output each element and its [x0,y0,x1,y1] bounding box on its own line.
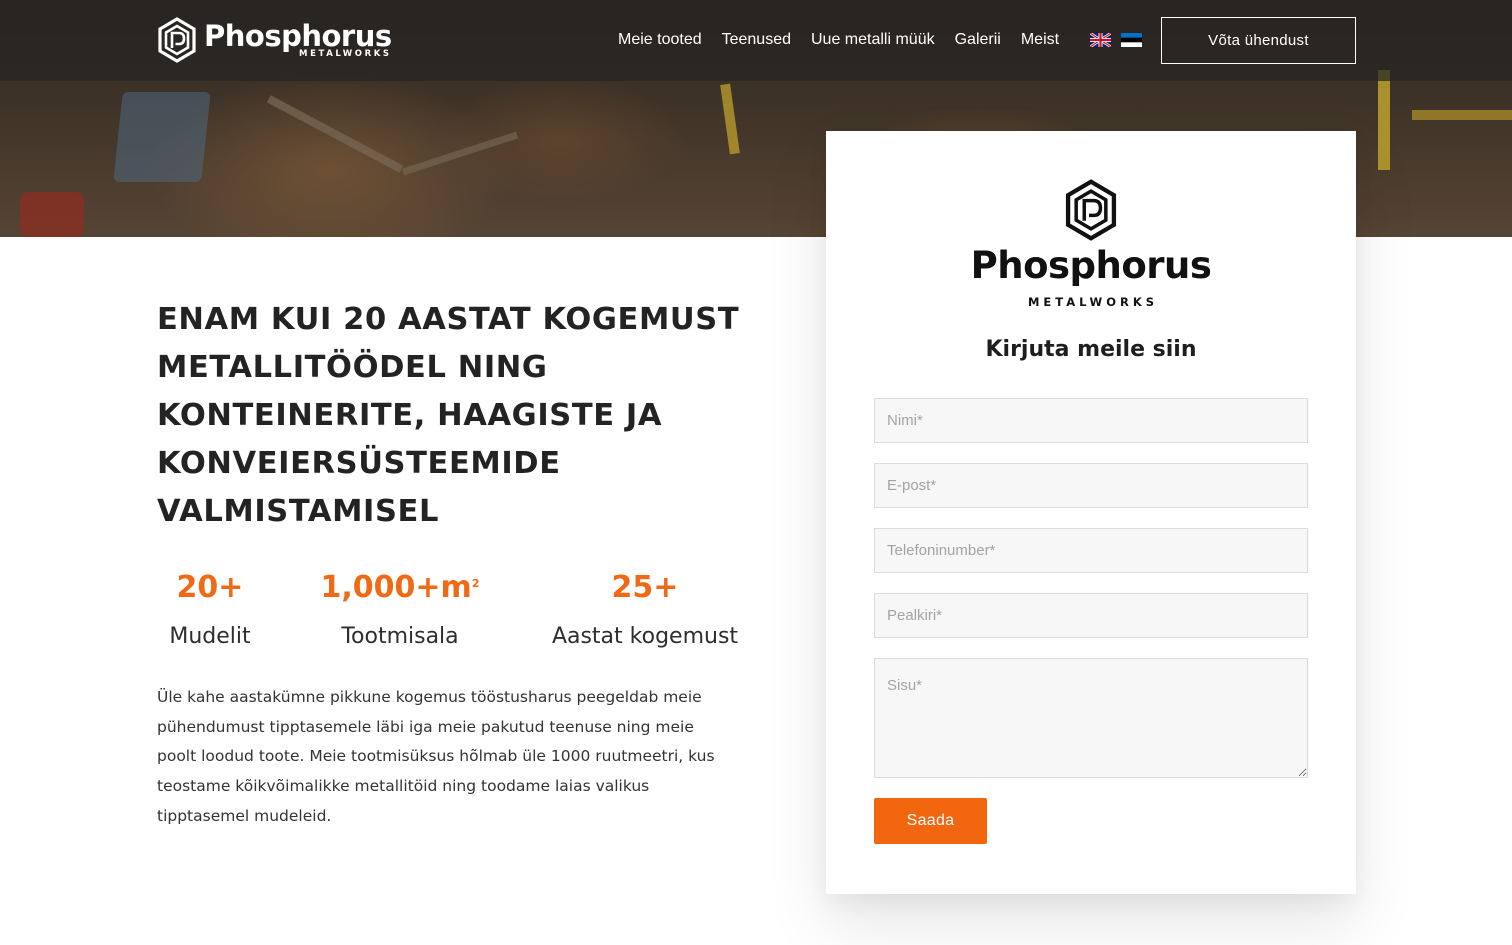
stat-production-area: 1,000+m2 Tootmisala [310,570,490,651]
uk-flag-icon[interactable] [1090,33,1111,47]
card-logo: Phosphorus METALWORKS [826,179,1356,309]
intro-paragraph: Üle kahe aastakümne pikkune kogemus töös… [157,688,715,825]
nav-item-about[interactable]: Meist [1021,30,1059,50]
phosphorus-logo-icon [1065,179,1117,241]
stat-models: 20+ Mudelit [150,570,270,651]
email-input[interactable] [874,463,1308,508]
stat-label: Tootmisala [341,624,459,649]
nav-item-gallery[interactable]: Galerii [955,30,1001,50]
stat-value: 1,000+m2 [320,570,480,605]
phosphorus-logo-icon [158,17,196,63]
page-headline: Enam kui 20 aastat kogemust metallitööde… [157,302,740,529]
stat-value: 20+ [176,570,244,605]
header-logo[interactable]: Phosphorus METALWORKS [157,16,392,64]
form-title: Kirjuta meile siin [985,337,1197,362]
message-textarea[interactable] [874,658,1308,778]
stat-years-experience: 25+ Aastat kogemust [535,570,755,651]
nav-item-products[interactable]: Meie tooted [618,30,702,50]
estonia-flag-icon[interactable] [1121,33,1142,47]
header-brand-name: Phosphorus [204,19,392,53]
phone-input[interactable] [874,528,1308,573]
stat-label: Mudelit [169,624,251,649]
stat-label: Aastat kogemust [551,624,739,649]
stat-unit-superscript: 2 [471,577,480,590]
header-brand-sub: METALWORKS [299,49,392,59]
submit-button[interactable]: Saada [874,798,987,844]
main-nav: Meie tooted Teenused Uue metalli müük Ga… [618,30,1079,50]
nav-item-new-metal-sales[interactable]: Uue metalli müük [811,30,935,50]
card-brand-name: Phosphorus [970,244,1212,287]
language-switcher [1090,33,1142,47]
stat-value: 25+ [611,570,679,605]
nav-item-services[interactable]: Teenused [722,30,791,50]
site-header: Phosphorus METALWORKS Meie tooted Teenus… [0,0,1512,81]
name-input[interactable] [874,398,1308,443]
card-brand-sub: METALWORKS [1027,295,1159,309]
contact-button[interactable]: Võta ühendust [1161,17,1356,64]
subject-input[interactable] [874,593,1308,638]
contact-form-card: Phosphorus METALWORKS Kirjuta meile siin… [826,131,1356,894]
